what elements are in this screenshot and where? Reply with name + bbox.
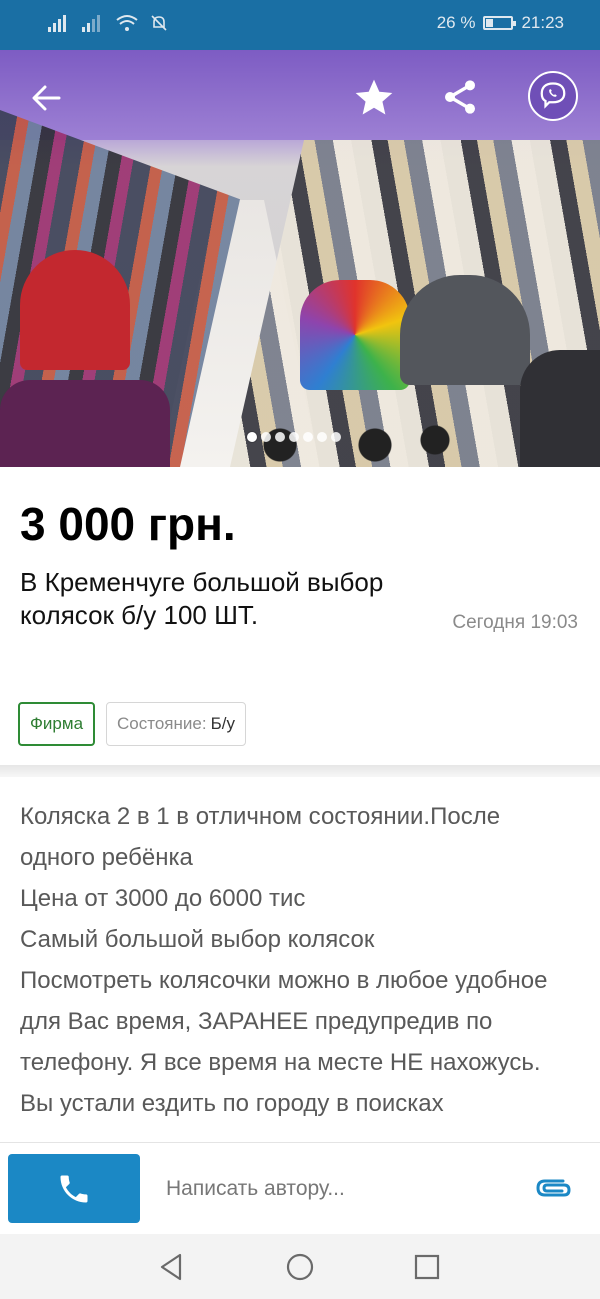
- gallery-dot[interactable]: [289, 432, 299, 442]
- price: 3 000 грн.: [20, 498, 236, 550]
- star-icon: [355, 79, 393, 115]
- status-right: 26 % 21:23: [437, 13, 564, 33]
- share-button[interactable]: [420, 68, 500, 126]
- system-nav-bar: [0, 1234, 600, 1299]
- listing-title: В Кременчуге большой выбор колясок б/у 1…: [20, 567, 384, 630]
- bottom-action-bar: [0, 1142, 600, 1234]
- status-left-icons: [48, 14, 168, 32]
- favorite-button[interactable]: [346, 70, 402, 126]
- description-line: Самый большой выбор колясок: [20, 926, 375, 953]
- gallery-dot[interactable]: [317, 432, 327, 442]
- seller-type-label: Фирма: [30, 714, 84, 733]
- signal-icon: [48, 15, 66, 32]
- description-line: Цена от 3000 до 6000 тис: [20, 885, 306, 912]
- seller-type-tag[interactable]: Фирма: [18, 702, 96, 746]
- section-separator: [0, 765, 600, 777]
- phone-icon: [60, 1175, 88, 1202]
- gallery-dot[interactable]: [331, 432, 341, 442]
- status-bar: 26 % 21:23: [0, 0, 600, 50]
- signal-icon-2: [82, 15, 100, 32]
- nav-recents-icon[interactable]: [410, 1250, 444, 1284]
- share-icon: [445, 80, 475, 114]
- gallery-dots: [247, 432, 341, 442]
- bell-muted-icon: [151, 15, 167, 31]
- listing-description: Коляска 2 в 1 в отличном состоянии.После…: [20, 796, 580, 1142]
- clock: 21:23: [521, 13, 564, 32]
- nav-back-icon[interactable]: [154, 1250, 188, 1284]
- gallery-dot[interactable]: [303, 432, 313, 442]
- listing-date: Сегодня 19:03: [452, 612, 578, 633]
- battery-percent: 26 %: [436, 13, 476, 32]
- viber-icon: [540, 82, 566, 109]
- gallery-dot[interactable]: [261, 432, 271, 442]
- description-line: Вы устали ездить по городу в поисках: [20, 1090, 444, 1117]
- paperclip-icon: [536, 1179, 571, 1197]
- attach-button[interactable]: [533, 1171, 573, 1205]
- viber-button[interactable]: [528, 71, 578, 121]
- nav-home-icon[interactable]: [283, 1250, 317, 1284]
- gallery-dot[interactable]: [275, 432, 285, 442]
- condition-label: Состояние:: [117, 714, 207, 733]
- gallery-dot[interactable]: [247, 432, 257, 442]
- listing-photo[interactable]: [0, 50, 600, 467]
- wifi-icon: [116, 15, 138, 31]
- description-line: Посмотреть колясочки можно в любое удобн…: [20, 967, 548, 1076]
- condition-tag[interactable]: Состояние: Б/у: [106, 702, 246, 746]
- battery-fill: [486, 19, 494, 27]
- back-button[interactable]: [22, 76, 70, 120]
- call-button[interactable]: [8, 1154, 140, 1223]
- message-input[interactable]: [166, 1173, 496, 1205]
- battery-icon: [483, 16, 517, 30]
- arrow-left-icon: [32, 85, 61, 111]
- condition-value: Б/у: [210, 714, 235, 733]
- description-line: Коляска 2 в 1 в отличном состоянии.После…: [20, 803, 501, 871]
